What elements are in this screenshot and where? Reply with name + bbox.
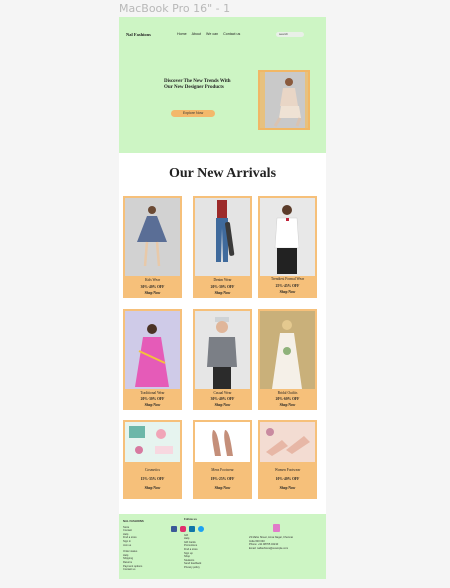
explore-button[interactable]: Explore Now <box>171 110 215 117</box>
product-photo <box>260 198 315 276</box>
nav-contact[interactable]: Contact us <box>223 32 240 36</box>
shopping-bag-icon[interactable] <box>273 524 280 532</box>
product-card[interactable]: Women Footwear 10%-40% OFF Shop Now <box>258 420 317 499</box>
product-category: Mens Footwear <box>211 468 234 472</box>
product-photo <box>260 311 315 389</box>
product-card[interactable]: Trendiest Formal Wear 25%-45% OFF Shop N… <box>258 196 317 298</box>
nav-home[interactable]: Home <box>177 32 187 36</box>
brand-logo[interactable]: Nal Fashions <box>126 32 151 37</box>
section-title: Our New Arrivals <box>168 166 277 181</box>
product-category: Casual Wear <box>213 391 232 395</box>
footer-col-1: NAL FASHIONS Store Contact Help Find a s… <box>123 519 144 572</box>
product-card[interactable]: Mens Footwear 19%-25% OFF Shop Now <box>193 420 252 499</box>
product-card[interactable]: Bridal Outfits 20%-60% OFF Shop Now <box>258 309 317 410</box>
product-category: Cosmetics <box>145 468 160 472</box>
product-category: Denim Wear <box>213 278 232 282</box>
product-photo <box>125 422 180 462</box>
product-offer: 10%-40% OFF <box>275 477 300 481</box>
footer-link[interactable]: Privacy policy <box>184 566 201 570</box>
footer-link[interactable]: Contact us <box>123 568 144 572</box>
facebook-icon[interactable] <box>171 526 177 532</box>
shop-now-link[interactable]: Shop Now <box>123 403 182 407</box>
footer: NAL FASHIONS Store Contact Help Find a s… <box>119 514 326 579</box>
search-input[interactable]: search <box>276 32 304 37</box>
shop-now-link[interactable]: Shop Now <box>123 291 182 295</box>
contact-line: Email: nalfashions@example.com <box>249 546 289 550</box>
product-photo <box>125 198 180 276</box>
hero-section: Nal Fashions Home About We can Contact u… <box>119 17 326 153</box>
product-offer: 25%-45% OFF <box>275 284 300 288</box>
nav-about[interactable]: About <box>192 32 201 36</box>
footer-heading: Follow us <box>184 517 197 521</box>
product-category: Bridal Outfits <box>277 391 298 395</box>
shop-now-link[interactable]: Shop Now <box>193 403 252 407</box>
product-offer: 15%-35% OFF <box>140 477 165 481</box>
product-category: Kids Wear <box>144 278 161 282</box>
product-card[interactable]: Kids Wear 30%-40% OFF Shop Now <box>123 196 182 298</box>
product-card[interactable]: Traditional Wear 20%-30% OFF Shop Now <box>123 309 182 410</box>
product-card[interactable]: Casual Wear 30%-40% OFF Shop Now <box>193 309 252 410</box>
product-offer: 20%-60% OFF <box>275 397 300 401</box>
footer-heading: NAL FASHIONS <box>123 519 144 523</box>
product-photo <box>260 422 315 462</box>
hero-headline: Discover The New Trends With Our New Des… <box>164 79 231 90</box>
product-photo <box>195 422 250 462</box>
product-offer: 19%-25% OFF <box>210 477 235 481</box>
shop-now-link[interactable]: Shop Now <box>123 486 182 490</box>
product-photo <box>195 198 250 276</box>
shop-now-link[interactable]: Shop Now <box>193 486 252 490</box>
product-category: Traditional Wear <box>140 391 165 395</box>
main-nav: Home About We can Contact us <box>177 32 240 36</box>
product-card[interactable]: Denim Wear 20%-30% OFF Shop Now <box>193 196 252 298</box>
product-photo <box>195 311 250 389</box>
shop-now-link[interactable]: Shop Now <box>258 403 317 407</box>
product-category: Trendiest Formal Wear <box>270 277 305 281</box>
product-offer: 20%-30% OFF <box>210 285 235 289</box>
shop-now-link[interactable]: Shop Now <box>258 486 317 490</box>
product-offer: 30%-40% OFF <box>210 397 235 401</box>
hero-photo <box>265 72 305 128</box>
nav-we-can[interactable]: We can <box>206 32 218 36</box>
hero-image <box>258 70 310 130</box>
footer-contact: 23 Mahe Street, Anna Nagar, Chennai Indi… <box>249 536 321 550</box>
product-card[interactable]: Cosmetics 15%-35% OFF Shop Now <box>123 420 182 499</box>
product-offer: 20%-30% OFF <box>140 397 165 401</box>
shop-now-link[interactable]: Shop Now <box>258 290 317 294</box>
frame-label: MacBook Pro 16" - 1 <box>119 2 231 15</box>
footer-col-2: Follow us Gift Help Gift Cards Promotion… <box>184 517 201 570</box>
product-offer: 30%-40% OFF <box>140 285 165 289</box>
product-photo <box>125 311 180 389</box>
product-category: Women Footwear <box>274 468 301 472</box>
shop-now-link[interactable]: Shop Now <box>193 291 252 295</box>
page-frame: Nal Fashions Home About We can Contact u… <box>119 17 326 579</box>
